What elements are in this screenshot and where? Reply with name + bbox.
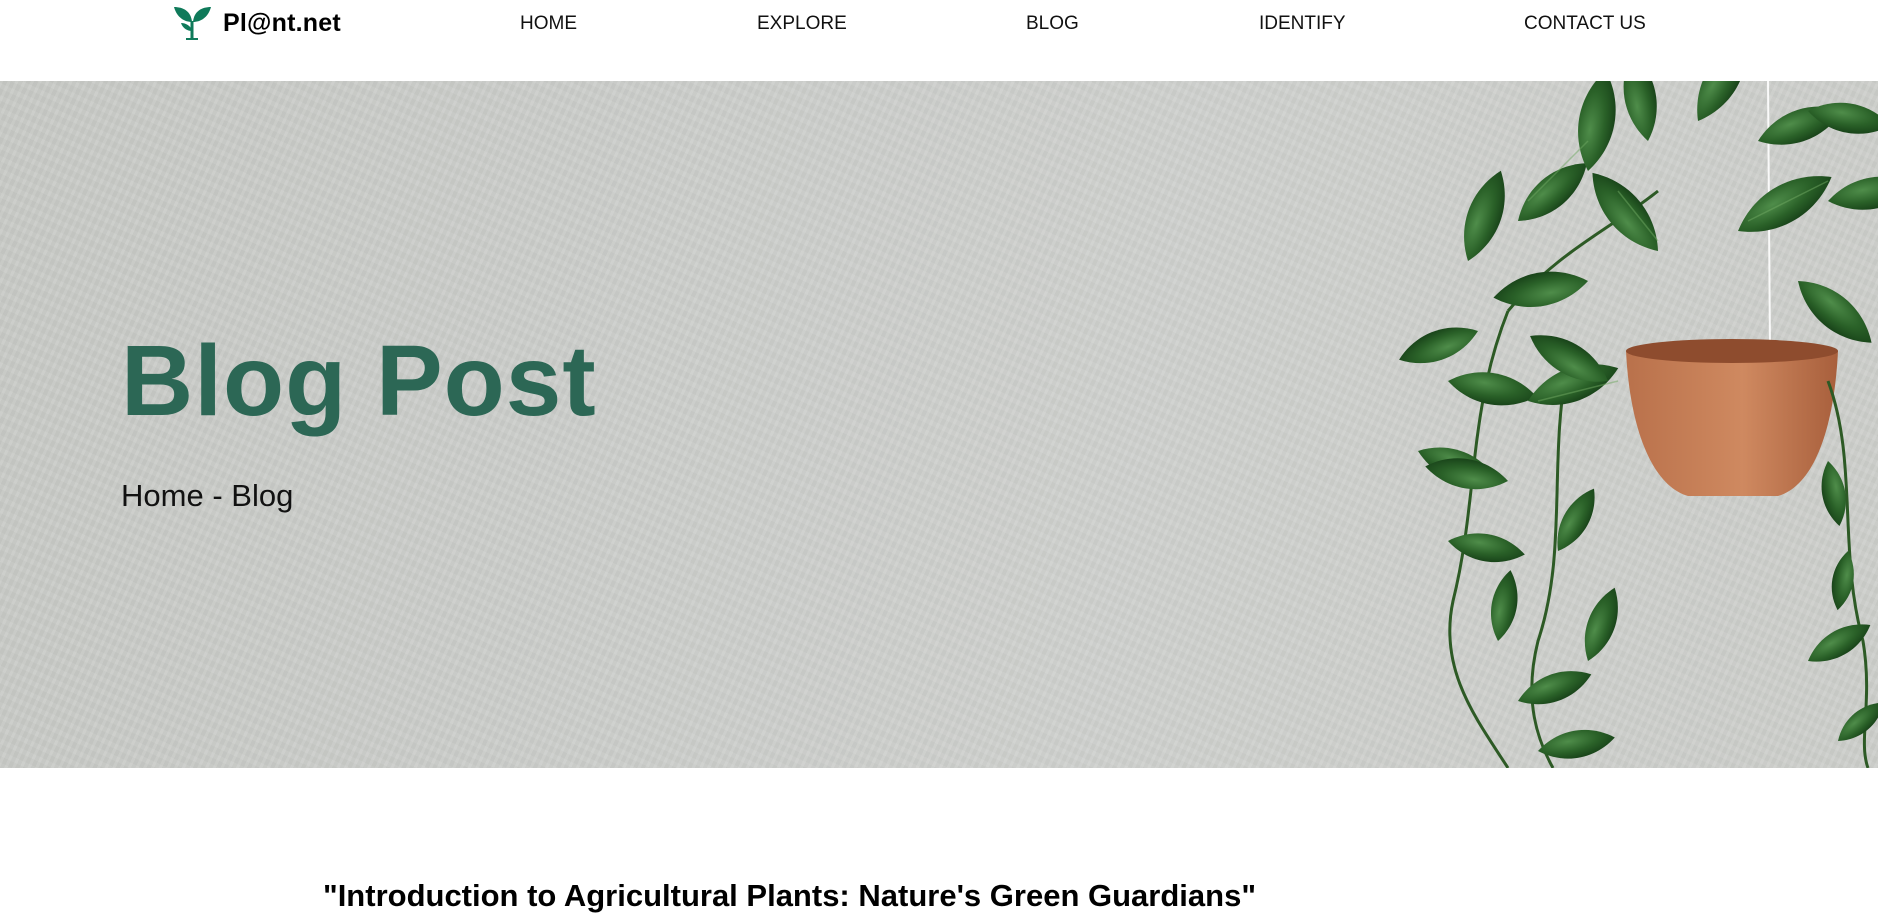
breadcrumb-home[interactable]: Home xyxy=(121,478,204,513)
sprout-icon xyxy=(173,5,213,41)
nav-identify[interactable]: IDENTIFY xyxy=(1259,13,1346,35)
brand-name: Pl@nt.net xyxy=(223,8,341,37)
breadcrumb: Home - Blog xyxy=(121,480,293,511)
hero-banner: Blog Post Home - Blog xyxy=(0,81,1878,768)
page-title: Blog Post xyxy=(121,325,597,437)
brand-logo[interactable]: Pl@nt.net xyxy=(173,4,341,42)
top-navigation-bar: Pl@nt.net HOME EXPLORE BLOG IDENTIFY CON… xyxy=(0,0,1878,82)
nav-explore[interactable]: EXPLORE xyxy=(757,13,847,35)
breadcrumb-current: Blog xyxy=(231,478,294,513)
nav-home[interactable]: HOME xyxy=(520,13,577,35)
nav-contact-us[interactable]: CONTACT US xyxy=(1524,13,1646,35)
nav-blog[interactable]: BLOG xyxy=(1026,13,1079,35)
hanging-plant-image xyxy=(1358,81,1878,768)
breadcrumb-separator: - xyxy=(203,478,232,513)
